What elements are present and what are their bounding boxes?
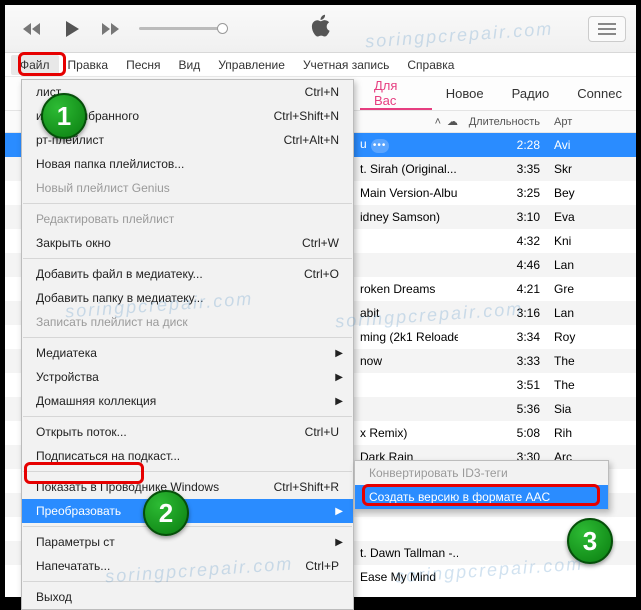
tab-new[interactable]: Новое — [432, 77, 498, 110]
sort-asc-icon: ˄ — [435, 116, 441, 128]
step-badge-2: 2 — [143, 490, 189, 536]
menu-item[interactable]: Закрыть окноCtrl+W — [22, 231, 353, 255]
tab-radio[interactable]: Радио — [498, 77, 564, 110]
column-artist[interactable]: Арт — [548, 116, 636, 128]
tab-for-you[interactable]: Для Вас — [360, 77, 432, 110]
highlight-convert-item — [24, 462, 144, 484]
menu-item[interactable]: Параметры ст▶ — [22, 530, 353, 554]
menu-view[interactable]: Вид — [170, 55, 210, 75]
highlight-file-menu — [18, 52, 66, 76]
menu-item: Новый плейлист Genius — [22, 176, 353, 200]
column-duration[interactable]: Длительность — [458, 116, 548, 128]
submenu-item: Конвертировать ID3-теги — [355, 461, 608, 485]
menu-item[interactable]: Новая папка плейлистов... — [22, 152, 353, 176]
menu-item: Редактировать плейлист — [22, 207, 353, 231]
chevron-right-icon: ▶ — [335, 537, 343, 548]
menu-item[interactable]: Добавить папку в медиатеку... — [22, 286, 353, 310]
cloud-icon: ☁ — [447, 115, 458, 128]
more-icon[interactable]: ••• — [371, 139, 389, 153]
list-view-button[interactable] — [588, 16, 626, 42]
menu-item[interactable]: Выход — [22, 585, 353, 609]
menu-item[interactable]: Медиатека▶ — [22, 341, 353, 365]
apple-logo-icon — [311, 14, 331, 44]
playback-controls — [15, 16, 129, 42]
menu-help[interactable]: Справка — [398, 55, 463, 75]
menu-edit[interactable]: Правка — [59, 55, 118, 75]
step-badge-3: 3 — [567, 518, 613, 564]
step-badge-1: 1 — [41, 93, 87, 139]
menu-item: Записать плейлист на диск — [22, 310, 353, 334]
menu-item[interactable]: Напечатать...Ctrl+P — [22, 554, 353, 578]
prev-button[interactable] — [15, 16, 49, 42]
menu-item[interactable]: Устройства▶ — [22, 365, 353, 389]
column-sort[interactable]: ˄ ☁ — [360, 115, 458, 128]
chevron-right-icon: ▶ — [335, 372, 343, 383]
highlight-create-aac — [362, 484, 600, 506]
file-dropdown-menu: листCtrl+Nист из выбранногоCtrl+Shift+Nр… — [21, 79, 354, 610]
chevron-right-icon: ▶ — [335, 506, 343, 517]
player-toolbar — [5, 5, 636, 53]
menu-song[interactable]: Песня — [117, 55, 169, 75]
menu-item[interactable]: Добавить файл в медиатеку...Ctrl+O — [22, 262, 353, 286]
menu-controls[interactable]: Управление — [209, 55, 294, 75]
play-button[interactable] — [55, 16, 89, 42]
menu-account[interactable]: Учетная запись — [294, 55, 398, 75]
app-window: Файл Правка Песня Вид Управление Учетная… — [5, 5, 636, 597]
next-button[interactable] — [95, 16, 129, 42]
chevron-right-icon: ▶ — [335, 396, 343, 407]
menu-item[interactable]: Открыть поток...Ctrl+U — [22, 420, 353, 444]
chevron-right-icon: ▶ — [335, 348, 343, 359]
menu-item[interactable]: Домашняя коллекция▶ — [22, 389, 353, 413]
tab-connect[interactable]: Connec — [563, 77, 636, 110]
volume-slider[interactable] — [139, 27, 227, 30]
menubar: Файл Правка Песня Вид Управление Учетная… — [5, 53, 636, 77]
